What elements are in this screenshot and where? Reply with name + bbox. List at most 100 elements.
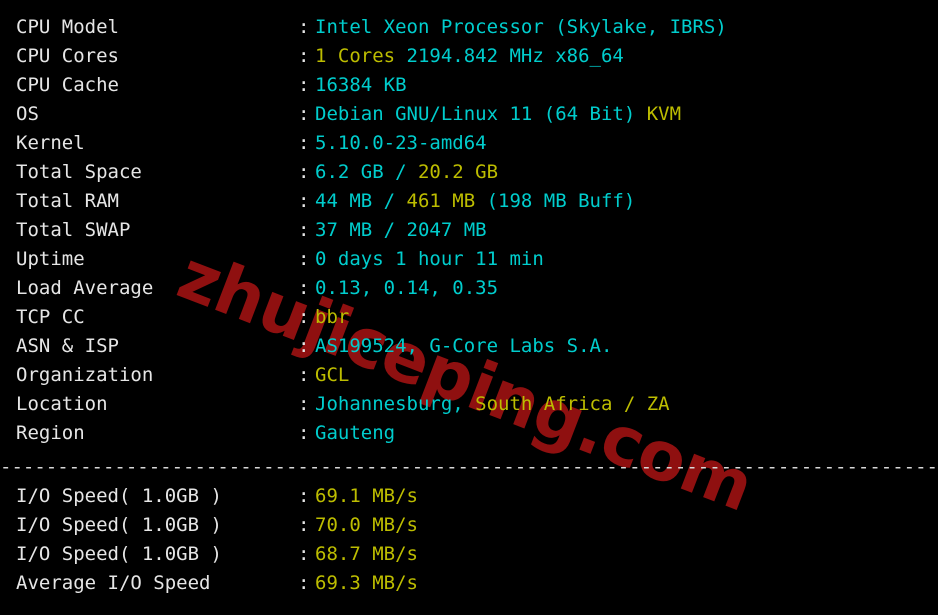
system-info-row-value: 5.10.0-23-amd64: [315, 129, 938, 158]
system-info-row-value: 37 MB / 2047 MB: [315, 216, 938, 245]
io-speed-row-colon: :: [298, 514, 310, 536]
io-speed-row-label: Average I/O Speed: [16, 572, 211, 594]
system-info-row-label: CPU Cores: [16, 45, 119, 67]
io-speed-row-value-segment: 70.0 MB/s: [315, 514, 418, 536]
system-info-row-colon: :: [298, 248, 310, 270]
io-speed-row-value: 70.0 MB/s: [315, 511, 938, 540]
system-info-row-label: CPU Model: [16, 16, 119, 38]
system-info-row: CPU Model: Intel Xeon Processor (Skylake,…: [0, 13, 938, 42]
io-speed-row-value-segment: 68.7 MB/s: [315, 543, 418, 565]
terminal-output: ----------------------------------------…: [0, 0, 938, 615]
system-info-row-value-segment: 5.10.0-23-amd64: [315, 132, 487, 154]
system-info-row: Total RAM:44 MB / 461 MB (198 MB Buff): [0, 187, 938, 216]
terminal-window: zhujiceping.com ------------------------…: [0, 0, 938, 615]
system-info-row-value: AS199524, G-Core Labs S.A.: [315, 332, 938, 361]
system-info-row-value-segment: Gauteng: [315, 422, 396, 444]
system-info-row-value: 44 MB / 461 MB (198 MB Buff): [315, 187, 938, 216]
system-info-row-label: Total Space: [16, 161, 142, 183]
system-info-row-value-segment: GCL: [315, 364, 350, 386]
system-info-row-value: 0 days 1 hour 11 min: [315, 245, 938, 274]
system-info-row-label: Load Average: [16, 277, 154, 299]
system-info-row-value-segment: 6.2 GB /: [315, 161, 418, 183]
system-info-row-value-segment: AS199524, G-Core Labs S.A.: [315, 335, 613, 357]
system-info-row-colon: :: [298, 306, 310, 328]
system-info-row-label: Location: [16, 393, 108, 415]
io-speed-row: I/O Speed( 1.0GB ):68.7 MB/s: [0, 540, 938, 569]
system-info-row-value-segment: (198 MB Buff): [475, 190, 636, 212]
system-info-row: Uptime:0 days 1 hour 11 min: [0, 245, 938, 274]
system-info-row-value-segment: 20.2 GB: [417, 161, 499, 183]
separator-top: ----------------------------------------…: [0, 0, 938, 13]
io-speed-row-label: I/O Speed( 1.0GB ): [16, 514, 222, 536]
system-info-row-value-segment: 2194.842 MHz x86_64: [406, 45, 624, 67]
system-info-row-value-segment: 461 MB: [406, 190, 476, 212]
system-info-row-label: Total RAM: [16, 190, 119, 212]
system-info-row-label: TCP CC: [16, 306, 85, 328]
system-info-row: CPU Cache:16384 KB: [0, 71, 938, 100]
system-info-row-label: Total SWAP: [16, 219, 131, 241]
io-speed-row-value: 69.1 MB/s: [315, 482, 938, 511]
system-info-row-value: bbr: [315, 303, 938, 332]
system-info-row: Total Space:6.2 GB / 20.2 GB: [0, 158, 938, 187]
system-info-row: Region: Gauteng: [0, 419, 938, 448]
system-info-row: Total SWAP:37 MB / 2047 MB: [0, 216, 938, 245]
system-info-row-value-segment: 0 days 1 hour 11 min: [315, 248, 544, 270]
io-speed-row-colon: :: [298, 543, 310, 565]
system-info-row-label: ASN & ISP: [16, 335, 119, 357]
system-info-row-label: Uptime: [16, 248, 85, 270]
system-info-row-colon: :: [298, 190, 310, 212]
system-info-row-colon: :: [298, 45, 310, 67]
system-info-row-label: CPU Cache: [16, 74, 119, 96]
system-info-row-colon: :: [298, 161, 310, 183]
system-info-row: ASN & ISP: AS199524, G-Core Labs S.A.: [0, 332, 938, 361]
system-info-row-value-segment: 1 Cores: [315, 45, 396, 67]
system-info-section: CPU Model: Intel Xeon Processor (Skylake,…: [0, 13, 938, 448]
io-speed-row-colon: :: [298, 485, 310, 507]
io-speed-row: I/O Speed( 1.0GB ):70.0 MB/s: [0, 511, 938, 540]
system-info-row-colon: :: [298, 393, 310, 415]
system-info-row: TCP CC: bbr: [0, 303, 938, 332]
io-speed-row-colon: :: [298, 572, 310, 594]
io-speed-row-label: I/O Speed( 1.0GB ): [16, 485, 222, 507]
system-info-row-value-segment: 44 MB /: [315, 190, 407, 212]
system-info-row-colon: :: [298, 277, 310, 299]
system-info-row-colon: :: [298, 335, 310, 357]
system-info-row: Kernel:5.10.0-23-amd64: [0, 129, 938, 158]
system-info-row-value-segment: 0.13, 0.14, 0.35: [315, 277, 499, 299]
system-info-row-label: Organization: [16, 364, 154, 386]
system-info-row-value-segment: South Africa / ZA: [475, 393, 670, 415]
io-speed-row-value: 69.3 MB/s: [315, 569, 938, 598]
system-info-row: Location: Johannesburg, South Africa / ZA: [0, 390, 938, 419]
system-info-row-colon: :: [298, 364, 310, 386]
system-info-row-value: 16384 KB: [315, 71, 938, 100]
system-info-row-value-segment: KVM: [646, 103, 682, 125]
system-info-row-value: Gauteng: [315, 419, 938, 448]
system-info-row-value-segment: 16384 KB: [315, 74, 407, 96]
system-info-row-value: Debian GNU/Linux 11 (64 Bit) KVM: [315, 100, 938, 129]
system-info-row-colon: :: [298, 219, 310, 241]
system-info-row-label: Region: [16, 422, 85, 444]
io-benchmark-section: I/O Speed( 1.0GB ):69.1 MB/s I/O Speed( 1…: [0, 482, 938, 598]
separator-bottom: ----------------------------------------…: [0, 603, 938, 615]
system-info-row-value: 0.13, 0.14, 0.35: [315, 274, 938, 303]
io-speed-row: I/O Speed( 1.0GB ):69.1 MB/s: [0, 482, 938, 511]
system-info-row-value: 6.2 GB / 20.2 GB: [315, 158, 938, 187]
system-info-row-value: 1 Cores 2194.842 MHz x86_64: [315, 42, 938, 71]
io-speed-row-value: 68.7 MB/s: [315, 540, 938, 569]
system-info-row-value: Johannesburg, South Africa / ZA: [315, 390, 938, 419]
io-speed-row: Average I/O Speed:69.3 MB/s: [0, 569, 938, 598]
system-info-row: OS: Debian GNU/Linux 11 (64 Bit) KVM: [0, 100, 938, 129]
system-info-row-colon: :: [298, 422, 310, 444]
system-info-row-value: Intel Xeon Processor (Skylake, IBRS): [315, 13, 938, 42]
io-speed-row-value-segment: 69.3 MB/s: [315, 572, 418, 594]
system-info-row-value-segment: Johannesburg,: [315, 393, 476, 415]
system-info-row-colon: :: [298, 103, 310, 125]
io-speed-row-value-segment: 69.1 MB/s: [315, 485, 418, 507]
system-info-row-value-segment: bbr: [315, 306, 350, 328]
system-info-row: CPU Cores:1 Cores 2194.842 MHz x86_64: [0, 42, 938, 71]
system-info-row-value-segment: Debian GNU/Linux 11 (64 Bit): [315, 103, 647, 125]
system-info-row-label: OS: [16, 103, 39, 125]
io-speed-row-label: I/O Speed( 1.0GB ): [16, 543, 222, 565]
separator-middle: ----------------------------------------…: [0, 456, 938, 478]
system-info-row: Organization: GCL: [0, 361, 938, 390]
